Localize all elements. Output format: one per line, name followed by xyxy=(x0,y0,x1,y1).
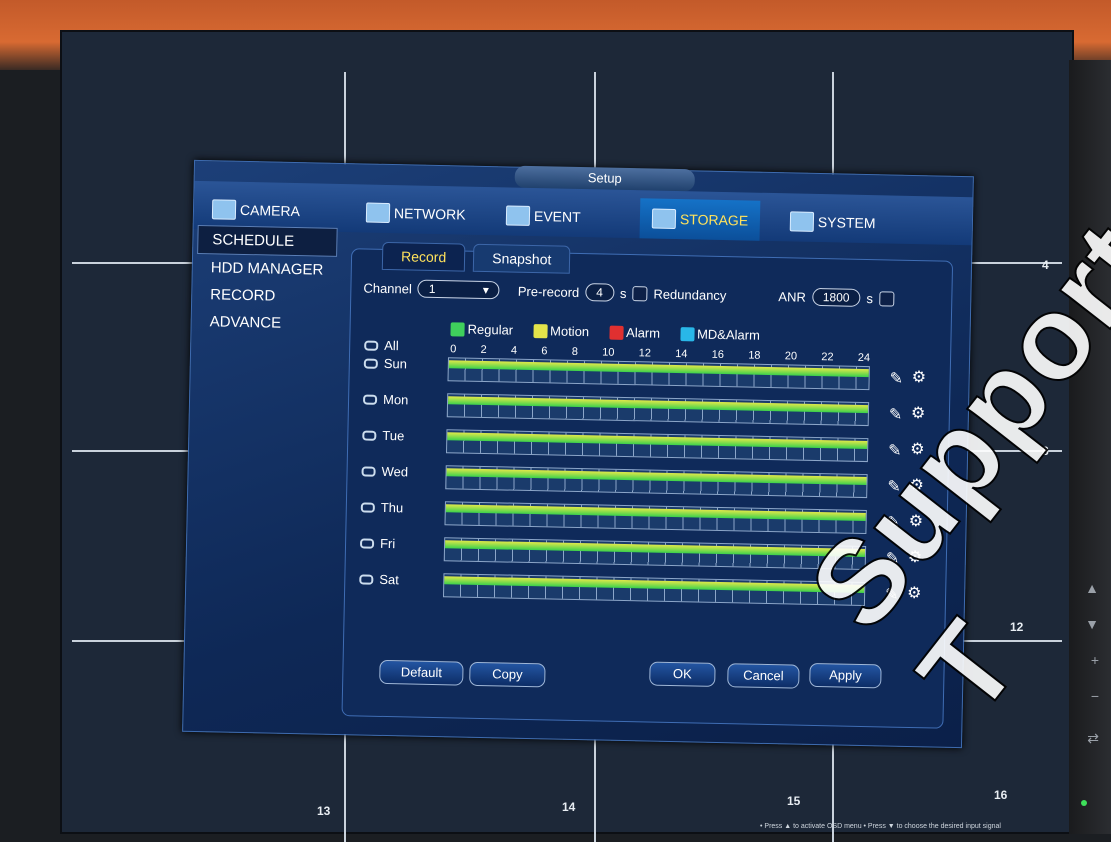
record-type-legend: Regular Motion Alarm MD&Alarm xyxy=(450,321,760,343)
subtabs: Record Snapshot xyxy=(381,241,571,274)
legend-md-alarm[interactable]: MD&Alarm xyxy=(679,326,760,343)
hour-label: 14 xyxy=(675,348,688,361)
all-days-toggle[interactable]: All xyxy=(364,338,399,353)
cell-number: 16 xyxy=(994,788,1008,802)
toggle-icon xyxy=(363,393,378,405)
swatch-icon xyxy=(608,325,624,340)
hour-label: 18 xyxy=(748,349,761,362)
hour-label: 0 xyxy=(450,343,457,356)
day-toggle-mon[interactable]: Mon xyxy=(363,391,409,407)
prerecord-label: Pre-record xyxy=(517,283,580,300)
tab-system[interactable]: SYSTEM xyxy=(789,201,876,243)
options-row: Channel 1 ▾ Pre-record 4 s Redundancy ANR… xyxy=(363,275,943,311)
anr-unit: s xyxy=(866,290,874,306)
redundancy-label: Redundancy xyxy=(653,286,727,303)
day-toggle-wed[interactable]: Wed xyxy=(361,463,408,479)
anr-input[interactable]: 1800 xyxy=(811,287,861,307)
sidebar-item-record[interactable]: RECORD xyxy=(196,281,337,311)
tab-storage[interactable]: STORAGE xyxy=(639,198,761,241)
setup-dialog: Setup CAMERA NETWORK EVENT STORAGE SYSTE… xyxy=(182,159,974,749)
default-button[interactable]: Default xyxy=(379,659,464,686)
hour-label: 8 xyxy=(571,345,579,358)
anr-checkbox[interactable] xyxy=(878,290,895,307)
storage-icon xyxy=(651,208,677,229)
system-icon xyxy=(789,211,815,232)
legend-motion[interactable]: Motion xyxy=(532,323,589,339)
event-icon xyxy=(505,205,531,226)
power-led xyxy=(1081,800,1087,806)
osd-hint: • Press ▲ to activate OSD menu • Press ▼… xyxy=(760,823,1001,830)
seconds-unit: s xyxy=(619,285,627,301)
schedule-bar-thu[interactable] xyxy=(444,501,867,535)
day-toggle-sun[interactable]: Sun xyxy=(363,355,407,371)
toggle-icon xyxy=(363,357,378,369)
sidebar-item-schedule[interactable]: SCHEDULE xyxy=(197,224,338,257)
hour-label: 12 xyxy=(638,347,652,360)
sidebar: SCHEDULE HDD MANAGER RECORD ADVANCE xyxy=(195,224,338,338)
redundancy-checkbox[interactable] xyxy=(632,285,648,301)
gear-icon[interactable]: ⚙ xyxy=(911,367,926,387)
swatch-icon xyxy=(679,326,695,341)
chevron-down-icon: ▾ xyxy=(482,282,489,298)
subtab-snapshot[interactable]: Snapshot xyxy=(472,243,571,274)
schedule-bar-tue[interactable] xyxy=(445,429,869,463)
schedule-bar-wed[interactable] xyxy=(445,465,868,499)
legend-regular[interactable]: Regular xyxy=(450,321,513,338)
hour-label: 6 xyxy=(541,345,548,358)
toggle-icon xyxy=(359,537,375,549)
network-icon xyxy=(365,202,391,224)
hour-label: 4 xyxy=(510,344,518,357)
hour-label: 16 xyxy=(711,348,725,362)
camera-icon xyxy=(211,199,237,220)
apply-button[interactable]: Apply xyxy=(809,662,882,689)
day-toggle-sat[interactable]: Sat xyxy=(359,571,399,587)
check-icon xyxy=(450,321,465,337)
tab-network[interactable]: NETWORK xyxy=(365,193,466,235)
tab-event[interactable]: EVENT xyxy=(505,195,582,237)
ok-button[interactable]: OK xyxy=(649,661,716,687)
hour-label: 22 xyxy=(821,351,834,364)
bezel-input-button[interactable]: ⇄ xyxy=(1087,730,1099,747)
swatch-icon xyxy=(532,323,548,338)
hour-label: 20 xyxy=(784,350,798,363)
prerecord-input[interactable]: 4 xyxy=(585,283,615,302)
toggle-icon xyxy=(360,501,375,513)
toggle-icon xyxy=(362,429,377,441)
subtab-record[interactable]: Record xyxy=(381,241,466,272)
cancel-button[interactable]: Cancel xyxy=(727,663,800,689)
schedule-bar-mon[interactable] xyxy=(446,393,870,427)
cell-number: 14 xyxy=(562,800,576,814)
channel-select[interactable]: 1 ▾ xyxy=(417,279,501,300)
legend-alarm[interactable]: Alarm xyxy=(608,325,660,341)
anr-label: ANR xyxy=(778,288,807,305)
bezel-plus-button[interactable]: + xyxy=(1091,652,1099,668)
toggle-icon xyxy=(359,573,374,585)
pencil-icon[interactable]: ✎ xyxy=(889,369,903,389)
channel-label: Channel xyxy=(363,279,413,296)
cell-number: 13 xyxy=(317,804,331,818)
hour-label: 10 xyxy=(602,346,615,359)
day-toggle-tue[interactable]: Tue xyxy=(362,427,404,443)
day-toggle-fri[interactable]: Fri xyxy=(359,535,395,551)
toggle-icon xyxy=(364,340,379,351)
sidebar-item-hdd-manager[interactable]: HDD MANAGER xyxy=(197,254,338,284)
cell-number: 15 xyxy=(787,794,801,808)
sidebar-item-advance[interactable]: ADVANCE xyxy=(195,308,336,338)
copy-button[interactable]: Copy xyxy=(469,661,546,688)
bezel-minus-button[interactable]: − xyxy=(1091,688,1099,704)
hour-label: 24 xyxy=(857,351,871,365)
hour-label: 2 xyxy=(480,343,487,357)
day-toggle-thu[interactable]: Thu xyxy=(360,499,403,515)
toggle-icon xyxy=(361,465,376,477)
